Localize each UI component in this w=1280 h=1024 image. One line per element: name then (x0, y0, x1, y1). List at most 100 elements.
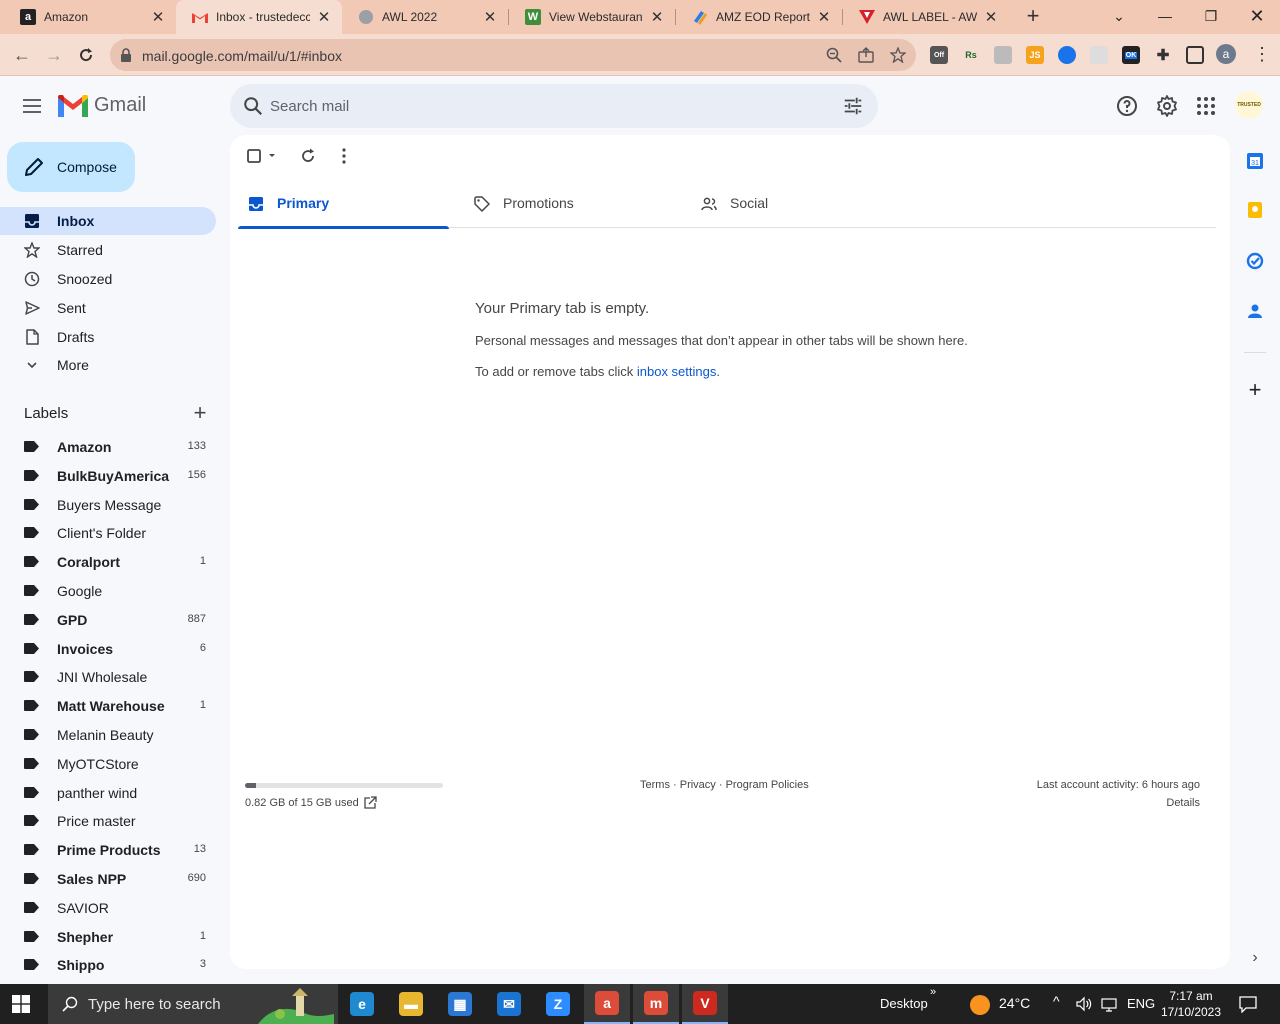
get-add-ons-button[interactable]: + (1245, 379, 1265, 401)
extension-icon[interactable] (1090, 46, 1108, 64)
label-item[interactable]: Matt Warehouse 1 (0, 692, 216, 720)
program-policies-link[interactable]: Program Policies (726, 779, 809, 791)
label-item[interactable]: Buyers Message (0, 491, 216, 519)
zoom-icon[interactable] (826, 47, 842, 63)
settings-gear-icon[interactable] (1155, 94, 1179, 118)
browser-tab[interactable]: W View Webstaurant ✕ (509, 0, 675, 34)
extension-icon[interactable] (1058, 46, 1076, 64)
browser-profile-avatar[interactable]: a (1216, 44, 1236, 64)
side-panel-icon[interactable] (1186, 46, 1204, 64)
nav-item-starred[interactable]: Starred (0, 236, 216, 264)
close-icon[interactable]: ✕ (983, 8, 999, 26)
contacts-icon[interactable] (1245, 301, 1265, 321)
taskbar-app-file-explorer[interactable]: ▬ (388, 984, 434, 1024)
keep-icon[interactable] (1245, 200, 1265, 220)
taskbar-clock[interactable]: 7:17 am 17/10/2023 (1156, 988, 1226, 1020)
taskbar-app-mail[interactable]: ✉ (486, 984, 532, 1024)
notifications-icon[interactable] (1239, 995, 1257, 1013)
search-bar[interactable] (230, 84, 878, 128)
extension-icon[interactable] (994, 46, 1012, 64)
nav-item-drafts[interactable]: Drafts (0, 323, 216, 351)
network-icon[interactable] (1101, 996, 1117, 1012)
label-item[interactable]: MyOTCStore (0, 750, 216, 778)
back-button[interactable]: ← (10, 43, 34, 67)
terms-link[interactable]: Terms (640, 779, 670, 791)
refresh-icon[interactable] (297, 145, 319, 167)
label-item[interactable]: Invoices 6 (0, 635, 216, 663)
label-item[interactable]: Client's Folder (0, 519, 216, 547)
tab-search-button[interactable]: ⌄ (1096, 0, 1142, 32)
desktop-toolbar-label[interactable]: Desktop (880, 996, 928, 1011)
minimize-button[interactable]: — (1142, 0, 1188, 32)
tab-social[interactable]: Social (691, 179, 902, 228)
taskbar-app-chrome-profile-m[interactable]: m (633, 984, 679, 1024)
browser-tab[interactable]: AWL 2022 ✕ (342, 0, 508, 34)
label-item[interactable]: Sales NPP 690 (0, 865, 216, 893)
search-input[interactable] (270, 84, 830, 128)
close-icon[interactable]: ✕ (816, 8, 832, 26)
add-label-button[interactable]: + (190, 402, 210, 424)
label-item[interactable]: JNI Wholesale (0, 663, 216, 691)
help-icon[interactable] (1115, 94, 1139, 118)
compose-button[interactable]: Compose (7, 142, 135, 192)
close-window-button[interactable]: ✕ (1234, 0, 1280, 32)
weather-sun-icon[interactable] (970, 995, 990, 1015)
label-item[interactable]: Amazon 133 (0, 433, 216, 461)
weather-temperature[interactable]: 24°C (999, 995, 1030, 1011)
toolbar-overflow-icon[interactable]: » (930, 986, 936, 998)
label-item[interactable]: BulkBuyAmerica 156 (0, 462, 216, 490)
hamburger-menu-icon[interactable] (20, 94, 44, 118)
close-icon[interactable]: ✕ (316, 8, 332, 26)
taskbar-search[interactable]: Type here to search (48, 984, 338, 1024)
close-icon[interactable]: ✕ (482, 8, 498, 26)
label-item[interactable]: GPD 887 (0, 606, 216, 634)
close-icon[interactable]: ✕ (649, 8, 665, 26)
browser-tab[interactable]: AMZ EOD Report ✕ (676, 0, 842, 34)
language-indicator[interactable]: ENG (1127, 996, 1155, 1011)
nav-item-inbox[interactable]: Inbox (0, 207, 216, 235)
browser-tab[interactable]: a Amazon ✕ (4, 0, 176, 34)
tray-overflow-chevron-icon[interactable]: ^ (1053, 993, 1060, 1009)
more-vert-icon[interactable] (333, 145, 355, 167)
inbox-settings-link[interactable]: inbox settings (637, 364, 717, 379)
extension-icon[interactable]: JS (1026, 46, 1044, 64)
label-item[interactable]: Melanin Beauty (0, 721, 216, 749)
restore-button[interactable]: ❐ (1188, 0, 1234, 32)
reload-button[interactable] (74, 43, 98, 67)
calendar-icon[interactable]: 31 (1245, 151, 1265, 171)
tab-primary[interactable]: Primary (238, 179, 449, 229)
extension-icon[interactable]: OK (1122, 46, 1140, 64)
open-in-new-icon[interactable] (363, 796, 377, 810)
tasks-icon[interactable] (1245, 251, 1265, 271)
label-item[interactable]: Shepher 1 (0, 923, 216, 951)
browser-menu-icon[interactable]: ⋮ (1252, 44, 1272, 64)
search-icon[interactable] (242, 95, 264, 117)
taskbar-app-vivaldi-app[interactable]: V (682, 984, 728, 1024)
extension-icon[interactable]: Rs (962, 46, 980, 64)
gmail-logo[interactable]: Gmail (58, 94, 146, 117)
label-item[interactable]: Coralport 1 (0, 548, 216, 576)
close-icon[interactable]: ✕ (150, 8, 166, 26)
windows-start-icon[interactable] (12, 995, 30, 1013)
chevron-right-icon[interactable]: › (1247, 949, 1263, 969)
taskbar-app-chrome-profile-a[interactable]: a (584, 984, 630, 1024)
nav-item-snoozed[interactable]: Snoozed (0, 265, 216, 293)
browser-tab-active[interactable]: Inbox - trustedecc ✕ (176, 0, 342, 34)
bookmark-star-icon[interactable] (890, 47, 906, 63)
label-item[interactable]: SAVIOR (0, 894, 216, 922)
select-all-checkbox[interactable] (244, 145, 282, 167)
browser-tab[interactable]: AWL LABEL - AWL ✕ (843, 0, 1009, 34)
label-item[interactable]: Google (0, 577, 216, 605)
search-options-icon[interactable] (842, 95, 864, 117)
new-tab-button[interactable]: + (1022, 5, 1044, 27)
label-item[interactable]: panther wind (0, 779, 216, 807)
share-icon[interactable] (858, 47, 874, 63)
address-bar[interactable]: mail.google.com/mail/u/1/#inbox (110, 39, 916, 71)
taskbar-app-zoom[interactable]: Z (535, 984, 581, 1024)
taskbar-app-microsoft-store[interactable]: ▦ (437, 984, 483, 1024)
extension-icon[interactable]: Off (930, 46, 948, 64)
label-item[interactable]: Prime Products 13 (0, 836, 216, 864)
nav-item-more[interactable]: More (0, 351, 216, 379)
apps-grid-icon[interactable] (1194, 94, 1218, 118)
nav-item-sent[interactable]: Sent (0, 294, 216, 322)
